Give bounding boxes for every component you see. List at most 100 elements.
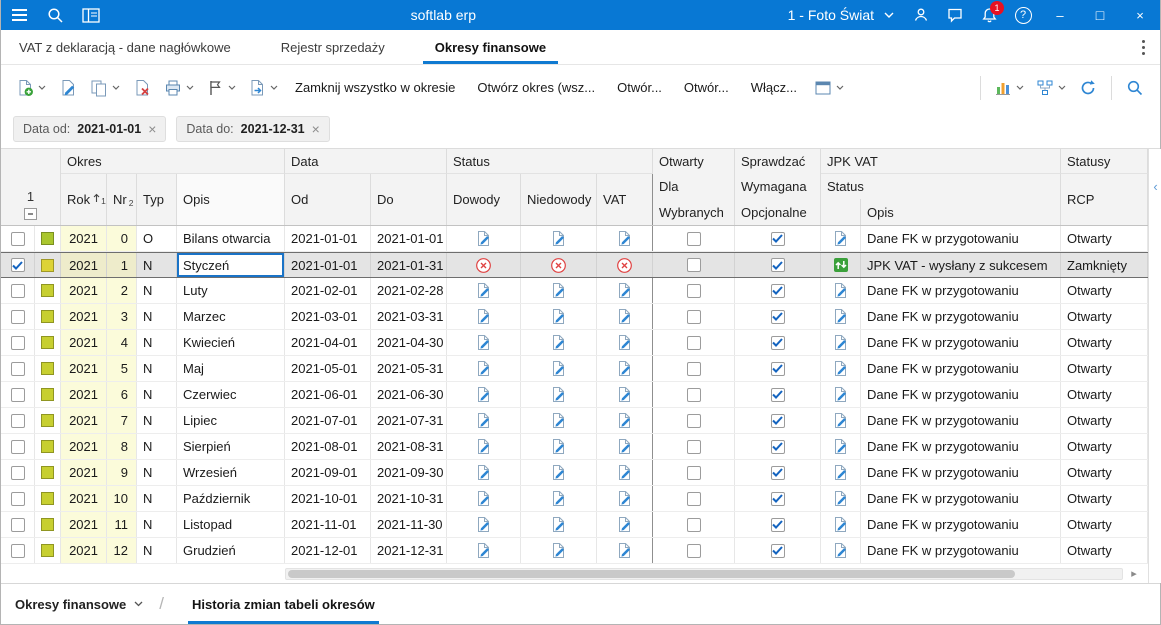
row-checkbox[interactable] [11, 518, 25, 532]
cell-opis[interactable]: Czerwiec [177, 382, 285, 407]
view-selector[interactable]: Okresy finansowe [15, 584, 143, 624]
cell-status-niedowody[interactable] [521, 408, 597, 433]
sprawdzac-checkbox[interactable] [771, 414, 785, 428]
col-header-vat[interactable]: VAT [597, 174, 653, 225]
flag-button[interactable] [201, 72, 241, 104]
cell-status-vat[interactable] [597, 226, 653, 251]
row-checkbox[interactable] [11, 362, 25, 376]
cell-status-vat[interactable] [597, 486, 653, 511]
cell-opis[interactable]: Wrzesień [177, 460, 285, 485]
cell-status-dowody[interactable] [447, 434, 521, 459]
row-checkbox[interactable] [11, 258, 25, 272]
otwarty-checkbox[interactable] [687, 310, 701, 324]
cell-status-dowody[interactable] [447, 278, 521, 303]
cell-status-niedowody[interactable] [521, 330, 597, 355]
cell-status-dowody[interactable] [447, 304, 521, 329]
cell-status-vat[interactable] [597, 330, 653, 355]
cell-opis[interactable]: Październik [177, 486, 285, 511]
cell-status-niedowody[interactable] [521, 512, 597, 537]
table-row[interactable]: 2021 5 N Maj 2021-05-01 2021-05-31 [1, 356, 1148, 382]
collapse-panel-icon[interactable]: ‹ [1150, 179, 1161, 194]
table-row[interactable]: 2021 9 N Wrzesień 2021-09-01 2021-09-30 [1, 460, 1148, 486]
group-header-jpk-vat[interactable]: JPK VAT [821, 149, 1061, 174]
cell-opis[interactable]: Bilans otwarcia [177, 226, 285, 251]
row-checkbox[interactable] [11, 492, 25, 506]
sprawdzac-checkbox[interactable] [771, 310, 785, 324]
table-row[interactable]: 2021 8 N Sierpień 2021-08-01 2021-08-31 [1, 434, 1148, 460]
table-row[interactable]: 2021 11 N Listopad 2021-11-01 2021-11-30 [1, 512, 1148, 538]
col-header-opis[interactable]: Opis [177, 174, 285, 225]
cell-status-dowody[interactable] [447, 226, 521, 251]
row-checkbox[interactable] [11, 466, 25, 480]
cell-status-vat[interactable] [597, 278, 653, 303]
print-button[interactable] [159, 72, 199, 104]
tab-rejestr-sprzedazy[interactable]: Rejestr sprzedaży [269, 30, 397, 64]
cell-status-dowody[interactable] [447, 538, 521, 563]
copy-document-button[interactable] [85, 72, 125, 104]
table-row[interactable]: 2021 4 N Kwiecień 2021-04-01 2021-04-30 [1, 330, 1148, 356]
otwarty-checkbox[interactable] [687, 440, 701, 454]
sprawdzac-checkbox[interactable] [771, 232, 785, 246]
cell-opis[interactable]: Marzec [177, 304, 285, 329]
sprawdzac-checkbox[interactable] [771, 466, 785, 480]
cell-opis[interactable]: Sierpień [177, 434, 285, 459]
otwarty-checkbox[interactable] [687, 414, 701, 428]
row-checkbox[interactable] [11, 414, 25, 428]
open-button-2[interactable]: Otwór... [674, 72, 739, 104]
edit-button[interactable] [53, 72, 83, 104]
row-checkbox[interactable] [11, 440, 25, 454]
group-header-status[interactable]: Status [447, 149, 653, 174]
cell-status-dowody[interactable] [447, 460, 521, 485]
col-header-dowody[interactable]: Dowody [447, 174, 521, 225]
sprawdzac-checkbox[interactable] [771, 258, 785, 272]
select-all-icon[interactable] [24, 208, 37, 220]
col-header-otwarty[interactable]: Otwarty [653, 149, 735, 174]
col-header-otwarty-l3[interactable]: Wybranych [653, 199, 735, 225]
group-header-okres[interactable]: Okres [61, 149, 285, 174]
cell-status-dowody[interactable] [447, 356, 521, 381]
messages-button[interactable] [938, 0, 972, 30]
cell-opis[interactable]: Luty [177, 278, 285, 303]
col-header-jpk-opis[interactable]: Opis [861, 199, 1061, 225]
row-checkbox[interactable] [11, 232, 25, 246]
cell-opis[interactable]: Listopad [177, 512, 285, 537]
remove-filter-icon[interactable]: × [148, 122, 156, 136]
col-header-do[interactable]: Do [371, 174, 447, 225]
new-document-button[interactable] [11, 72, 51, 104]
group-header-statusy[interactable]: Statusy [1061, 149, 1148, 174]
otwarty-checkbox[interactable] [687, 388, 701, 402]
search-records-button[interactable] [1120, 72, 1150, 104]
otwarty-checkbox[interactable] [687, 258, 701, 272]
sprawdzac-checkbox[interactable] [771, 336, 785, 350]
cell-opis[interactable]: Maj [177, 356, 285, 381]
row-checkbox[interactable] [11, 310, 25, 324]
scrollbar-track[interactable] [285, 568, 1123, 580]
sprawdzac-checkbox[interactable] [771, 518, 785, 532]
tab-okresy-finansowe[interactable]: Okresy finansowe [423, 30, 558, 64]
layout-button[interactable] [809, 72, 849, 104]
cell-status-dowody[interactable] [447, 408, 521, 433]
otwarty-checkbox[interactable] [687, 232, 701, 246]
cell-status-vat[interactable] [597, 434, 653, 459]
otwarty-checkbox[interactable] [687, 362, 701, 376]
otwarty-checkbox[interactable] [687, 544, 701, 558]
cell-status-dowody[interactable] [447, 512, 521, 537]
chart-button[interactable] [989, 72, 1029, 104]
workflow-button[interactable] [1031, 72, 1071, 104]
notifications-button[interactable]: 1 [972, 0, 1006, 30]
row-checkbox[interactable] [11, 284, 25, 298]
sprawdzac-checkbox[interactable] [771, 388, 785, 402]
table-row[interactable]: 2021 0 O Bilans otwarcia 2021-01-01 2021… [1, 226, 1148, 252]
sprawdzac-checkbox[interactable] [771, 440, 785, 454]
otwarty-checkbox[interactable] [687, 336, 701, 350]
cell-status-vat[interactable] [597, 356, 653, 381]
remove-filter-icon[interactable]: × [312, 122, 320, 136]
menu-button[interactable] [1, 0, 37, 30]
row-checkbox[interactable] [11, 336, 25, 350]
otwarty-checkbox[interactable] [687, 492, 701, 506]
cell-status-vat[interactable] [597, 253, 653, 277]
col-header-rok[interactable]: Rok 1 [61, 174, 107, 225]
overflow-menu-button[interactable] [1126, 30, 1160, 64]
help-button[interactable]: ? [1006, 0, 1040, 30]
otwarty-checkbox[interactable] [687, 466, 701, 480]
